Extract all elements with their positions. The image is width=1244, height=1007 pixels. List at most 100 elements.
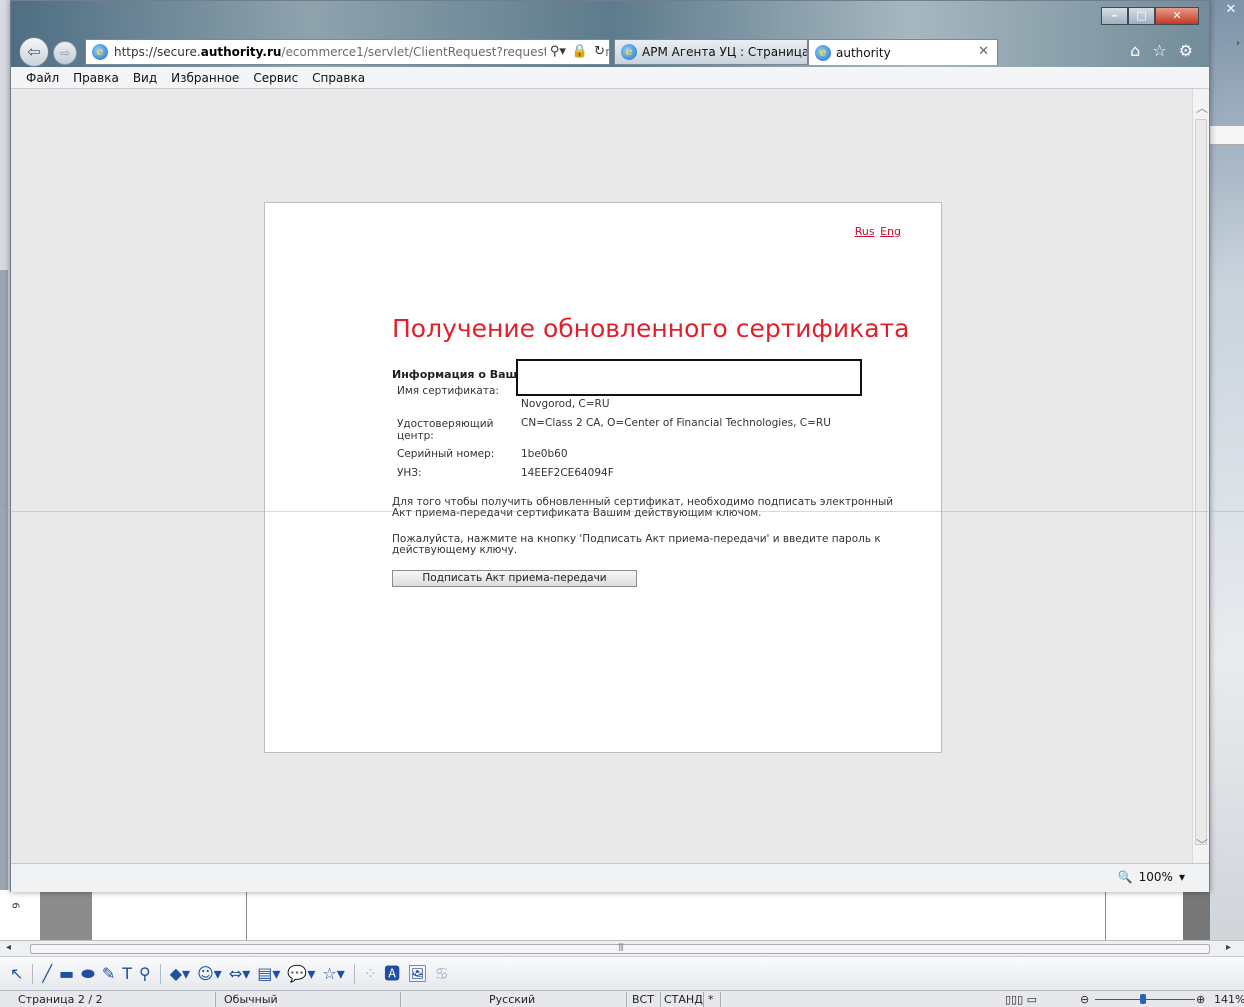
refresh-icon[interactable]: ↻	[594, 44, 605, 59]
field-label-cert-name: Имя сертификата:	[397, 385, 499, 397]
status-divider	[400, 992, 401, 1007]
select-arrow-icon[interactable]: ↖	[10, 964, 23, 983]
host-ruler	[1210, 125, 1244, 145]
close-icon[interactable]: ✕	[1155, 7, 1199, 25]
host-left-edge	[0, 270, 8, 890]
instruction-paragraph: Для того чтобы получить обновленный серт…	[392, 496, 894, 519]
host-document-cell	[1105, 890, 1185, 940]
host-horizontal-scrollbar[interactable]: ◂ ||| ▸	[0, 940, 1244, 956]
status-divider	[215, 992, 216, 1007]
flowchart-icon[interactable]: ▤▾	[257, 964, 280, 983]
favorites-star-icon[interactable]: ☆	[1152, 41, 1166, 60]
symbol-shapes-icon[interactable]: ☺▾	[197, 964, 222, 983]
scroll-up-icon[interactable]: ︿	[1196, 99, 1208, 116]
window-controls: – □ ✕	[1101, 7, 1199, 25]
status-zoom: 141%	[1214, 993, 1244, 1006]
gear-icon[interactable]: ⚙	[1179, 41, 1193, 60]
menu-bar: Файл Правка Вид Избранное Сервис Справка	[11, 67, 1209, 89]
status-insert-mode: ВСТ	[632, 993, 654, 1006]
field-value-cert-name: Novgorod, C=RU	[521, 398, 610, 410]
info-heading: Информация о Вашем	[392, 368, 534, 381]
scroll-left-icon[interactable]: ◂	[6, 942, 11, 953]
browser-status-bar: 🔍 100% ▾	[11, 863, 1209, 892]
ie-page-icon: e	[92, 44, 108, 60]
field-value-serial: 1be0b60	[521, 448, 568, 460]
insert-image-icon[interactable]: 🖼	[407, 964, 427, 983]
view-layout-icons[interactable]: ▯▯▯ ▭	[1005, 993, 1037, 1006]
status-divider	[720, 992, 721, 1007]
overlay-line	[0, 511, 1244, 512]
scroll-thumb[interactable]	[1195, 119, 1207, 845]
url-text[interactable]: https://secure.authority.ru/ecommerce1/s…	[114, 45, 609, 59]
tab-label: authority	[836, 45, 891, 60]
menu-favorites[interactable]: Избранное	[166, 71, 244, 85]
menu-view[interactable]: Вид	[128, 71, 162, 85]
menu-file[interactable]: Файл	[21, 71, 64, 85]
maximize-icon[interactable]: □	[1128, 7, 1155, 25]
tab-arm-agent[interactable]: e АРМ Агента УЦ : Страница за...	[614, 39, 808, 65]
host-status-bar: Страница 2 / 2 Обычный Русский ВСТ СТАНД…	[0, 990, 1244, 1007]
zoom-control[interactable]: 🔍 100% ▾	[1118, 870, 1185, 884]
host-close-icon[interactable]: ✕	[1218, 0, 1244, 20]
zoom-in-icon[interactable]: ⊕	[1196, 993, 1205, 1006]
status-selection-mode: СТАНД	[664, 993, 703, 1006]
instruction-paragraph-2: Пожалуйста, нажмите на кнопку 'Подписать…	[392, 533, 881, 556]
certificate-card: Rus Eng Получение обновленного сертифика…	[264, 202, 942, 753]
page-viewport: Rus Eng Получение обновленного сертифика…	[11, 89, 1192, 863]
stars-icon[interactable]: ☆▾	[322, 964, 344, 983]
curve-tool-icon[interactable]: ✎	[102, 964, 115, 983]
menu-edit[interactable]: Правка	[68, 71, 124, 85]
lang-rus-link[interactable]: Rus	[855, 225, 875, 238]
points-icon: ⁘	[363, 963, 378, 983]
rectangle-tool-icon[interactable]: ▬	[59, 964, 74, 983]
status-page: Страница 2 / 2	[18, 993, 103, 1006]
page-vertical-scrollbar[interactable]: ︿ ﹀	[1192, 89, 1209, 863]
host-document-block	[1183, 890, 1210, 940]
page-title: Получение обновленного сертификата	[392, 314, 910, 343]
chevron-down-icon[interactable]: ▾	[1179, 870, 1185, 884]
address-tools: ⚲▾ 🔒 ↻	[545, 44, 605, 59]
zoom-slider-thumb[interactable]	[1140, 994, 1146, 1004]
tab-close-icon[interactable]: ✕	[978, 44, 989, 59]
scroll-right-icon[interactable]: ▸	[1226, 942, 1231, 953]
status-style: Обычный	[224, 993, 278, 1006]
extrusion-icon: ♋	[434, 963, 449, 983]
host-document-divider	[246, 890, 247, 940]
status-divider	[660, 992, 661, 1007]
basic-shapes-icon[interactable]: ◆▾	[170, 964, 190, 983]
zoom-out-icon[interactable]: ⊖	[1080, 993, 1089, 1006]
lock-icon[interactable]: 🔒	[572, 44, 588, 59]
browser-window: – □ ✕ ⇦ ⇨ e https://secure.authority.ru/…	[10, 0, 1210, 892]
status-modified: *	[708, 993, 714, 1006]
callout-tool-icon[interactable]: ⚲	[139, 964, 151, 983]
menu-tools[interactable]: Сервис	[248, 71, 303, 85]
forward-button[interactable]: ⇨	[53, 41, 77, 65]
home-icon[interactable]: ⌂	[1130, 41, 1140, 60]
fontwork-icon[interactable]: 🅰	[384, 964, 400, 983]
host-document-area	[0, 890, 1210, 940]
status-divider	[703, 992, 704, 1007]
field-label-ca: Удостоверяющий центр:	[397, 418, 494, 442]
line-tool-icon[interactable]: ╱	[42, 964, 52, 983]
redacted-area	[516, 359, 862, 396]
minimize-icon[interactable]: –	[1101, 7, 1128, 25]
host-document-block	[40, 890, 92, 940]
toolbar-separator	[353, 963, 355, 984]
block-arrows-icon[interactable]: ⇔▾	[229, 964, 250, 983]
menu-help[interactable]: Справка	[307, 71, 370, 85]
ie-tab-icon: e	[621, 44, 637, 60]
ellipse-tool-icon[interactable]: ⬬	[81, 964, 95, 983]
search-icon[interactable]: ⚲▾	[550, 44, 566, 59]
sign-act-button[interactable]: Подписать Акт приема-передачи	[392, 570, 637, 587]
back-button[interactable]: ⇦	[19, 37, 49, 67]
language-switch: Rus Eng	[853, 225, 901, 238]
address-bar[interactable]: e https://secure.authority.ru/ecommerce1…	[85, 39, 610, 65]
scroll-down-icon[interactable]: ﹀	[1196, 836, 1208, 853]
toolbar-separator	[32, 963, 34, 984]
url-domain: authority.ru	[200, 45, 282, 59]
lang-eng-link[interactable]: Eng	[880, 225, 901, 238]
text-tool-icon[interactable]: T	[122, 964, 132, 983]
tab-authority[interactable]: e authority ✕	[808, 39, 998, 65]
callouts-icon[interactable]: 💬▾	[287, 964, 315, 983]
toolbar-separator	[159, 963, 161, 984]
